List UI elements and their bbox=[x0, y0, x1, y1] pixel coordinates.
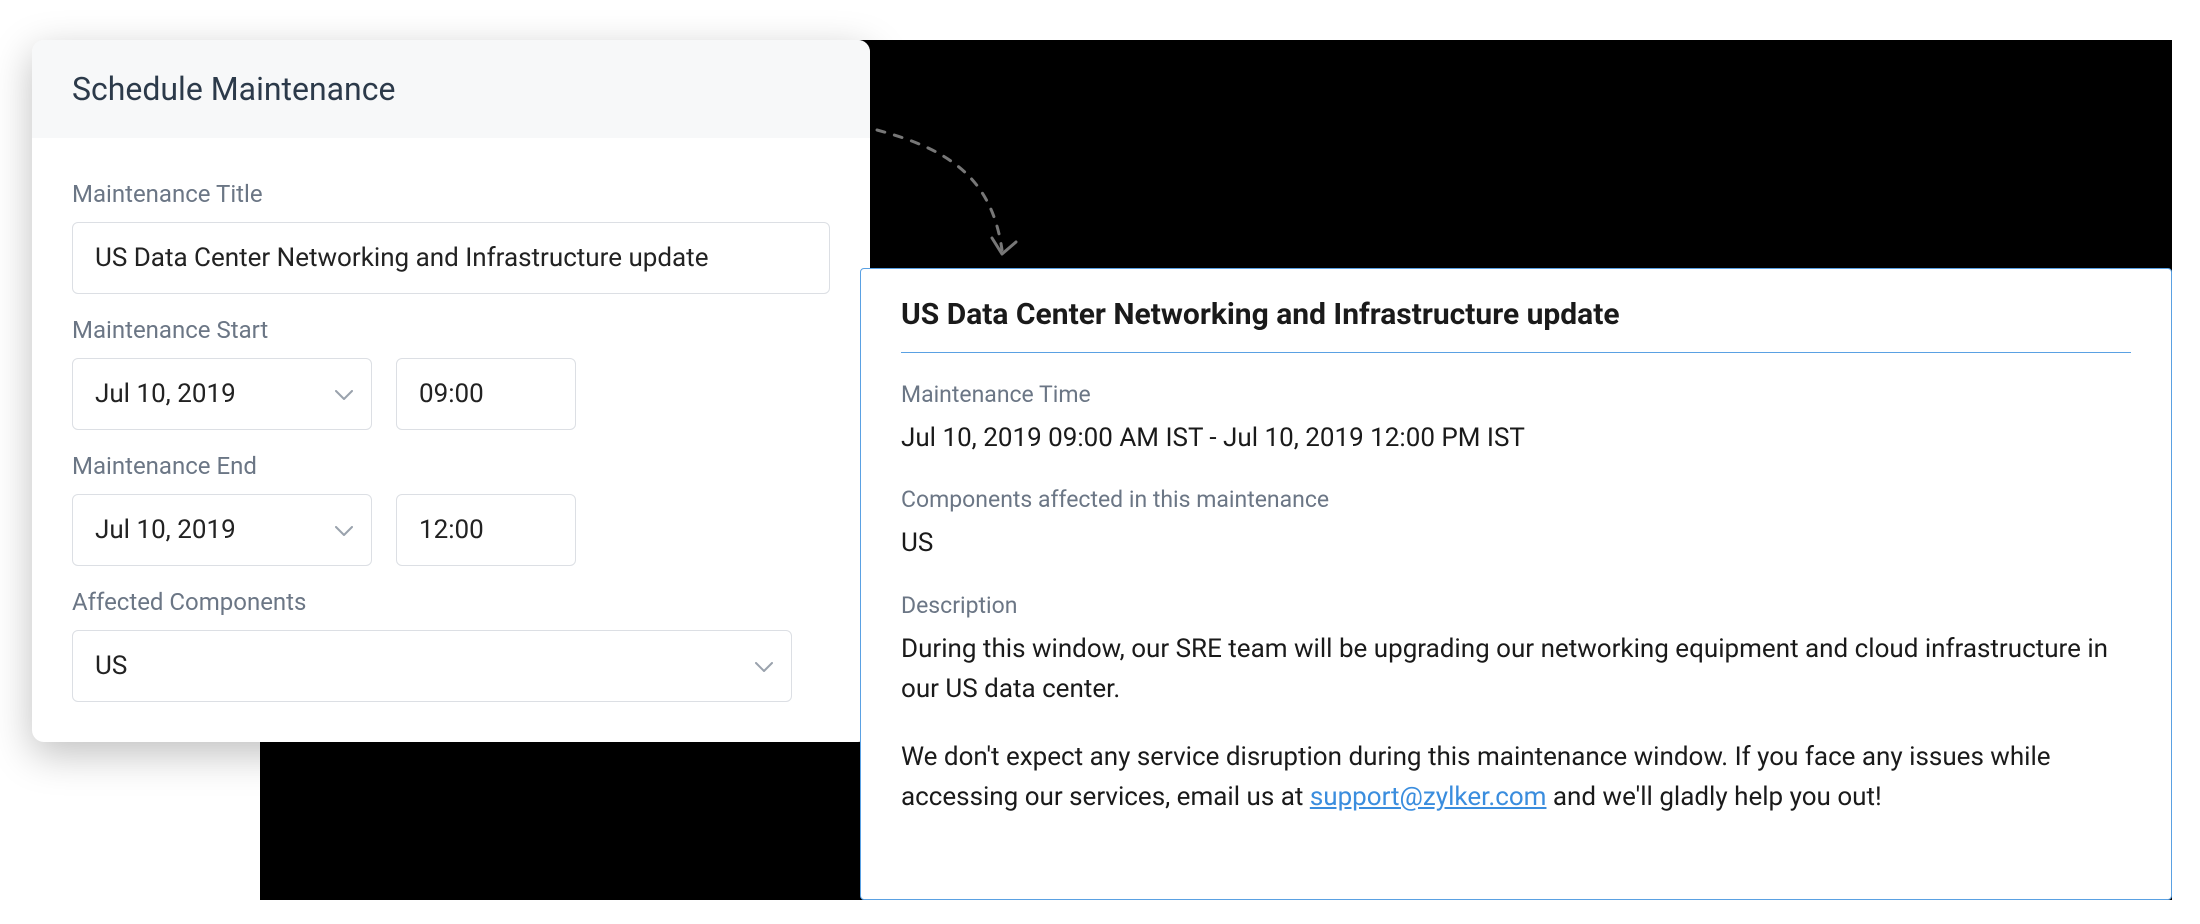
chevron-down-icon bbox=[755, 651, 773, 681]
preview-description-p2: We don't expect any service disruption d… bbox=[901, 737, 2131, 818]
preview-description-label: Description bbox=[901, 592, 2131, 619]
preview-components-value: US bbox=[901, 523, 2131, 563]
end-time-input[interactable] bbox=[396, 494, 576, 566]
preview-description-p2-post: and we'll gladly help you out! bbox=[1546, 782, 1881, 812]
affected-components-label: Affected Components bbox=[72, 588, 830, 616]
maintenance-title-input[interactable] bbox=[72, 222, 830, 294]
start-time-input[interactable] bbox=[396, 358, 576, 430]
chevron-down-icon bbox=[335, 379, 353, 409]
affected-components-value: US bbox=[95, 651, 127, 681]
preview-components-label: Components affected in this maintenance bbox=[901, 486, 2131, 513]
form-header: Schedule Maintenance bbox=[32, 40, 870, 138]
maintenance-start-label: Maintenance Start bbox=[72, 316, 830, 344]
affected-components-select[interactable]: US bbox=[72, 630, 792, 702]
end-date-select[interactable]: Jul 10, 2019 bbox=[72, 494, 372, 566]
maintenance-title-label: Maintenance Title bbox=[72, 180, 830, 208]
start-date-select[interactable]: Jul 10, 2019 bbox=[72, 358, 372, 430]
preview-time-value: Jul 10, 2019 09:00 AM IST - Jul 10, 2019… bbox=[901, 418, 2131, 458]
preview-description-p1: During this window, our SRE team will be… bbox=[901, 629, 2131, 710]
maintenance-preview-card: US Data Center Networking and Infrastruc… bbox=[860, 268, 2172, 900]
schedule-maintenance-form: Schedule Maintenance Maintenance Title M… bbox=[32, 40, 870, 742]
chevron-down-icon bbox=[335, 515, 353, 545]
form-body: Maintenance Title Maintenance Start Jul … bbox=[32, 138, 870, 742]
start-date-value: Jul 10, 2019 bbox=[95, 379, 236, 409]
support-email-link[interactable]: support@zylker.com bbox=[1310, 782, 1547, 812]
stage: Schedule Maintenance Maintenance Title M… bbox=[0, 0, 2200, 924]
end-date-value: Jul 10, 2019 bbox=[95, 515, 236, 545]
preview-title: US Data Center Networking and Infrastruc… bbox=[901, 297, 2131, 353]
maintenance-end-label: Maintenance End bbox=[72, 452, 830, 480]
preview-time-label: Maintenance Time bbox=[901, 381, 2131, 408]
